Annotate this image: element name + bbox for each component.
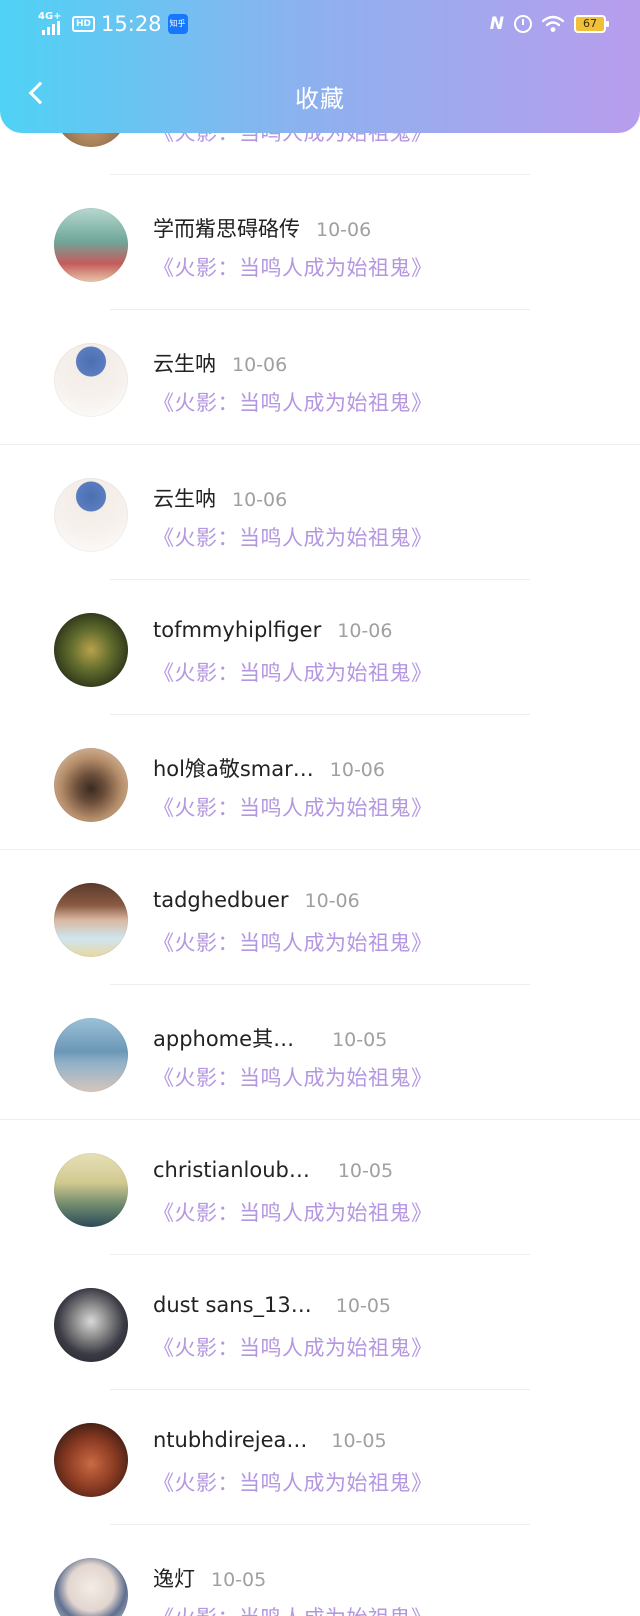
book-title[interactable]: 《火影：当鸣人成为始祖鬼》 bbox=[153, 792, 433, 822]
app-header: 4G+ HD 15:28 知乎 N 67 收藏 bbox=[0, 0, 640, 133]
date-label: 10-05 bbox=[331, 1430, 387, 1452]
list-item[interactable]: 逸灯 10-05 《火影：当鸣人成为始祖鬼》 bbox=[0, 1525, 640, 1616]
page-title: 收藏 bbox=[295, 85, 345, 113]
book-title[interactable]: 《火影：当鸣人成为始祖鬼》 bbox=[153, 1602, 433, 1616]
book-title[interactable]: 《火影：当鸣人成为始祖鬼》 bbox=[153, 522, 433, 552]
avatar bbox=[54, 1558, 128, 1616]
user-name[interactable]: hol飧a敬smar… bbox=[153, 753, 314, 783]
avatar bbox=[54, 1153, 128, 1227]
avatar bbox=[54, 478, 128, 552]
alarm-icon bbox=[514, 15, 532, 33]
list-item[interactable]: dust sans_13… 10-05 《火影：当鸣人成为始祖鬼》 bbox=[0, 1255, 640, 1390]
book-title[interactable]: 《火影：当鸣人成为始祖鬼》 bbox=[153, 657, 433, 687]
date-label: 10-06 bbox=[232, 354, 288, 376]
avatar bbox=[54, 1288, 128, 1362]
avatar bbox=[54, 1018, 128, 1092]
favorites-list[interactable]: 《火影：当鸣人成为始祖鬼》 学而觜思碍硌传 10-06 《火影：当鸣人成为始祖鬼… bbox=[0, 0, 640, 1616]
date-label: 10-05 bbox=[335, 1295, 391, 1317]
avatar bbox=[54, 343, 128, 417]
book-title[interactable]: 《火影：当鸣人成为始祖鬼》 bbox=[153, 927, 433, 957]
hd-badge: HD bbox=[72, 16, 96, 32]
battery-icon: 67 bbox=[574, 15, 609, 33]
user-name[interactable]: tofmmyhiplfiger bbox=[153, 618, 321, 642]
zhihu-notification-icon: 知乎 bbox=[167, 14, 188, 34]
book-title[interactable]: 《火影：当鸣人成为始祖鬼》 bbox=[153, 1332, 433, 1362]
user-name[interactable]: 云生呐 bbox=[153, 348, 216, 378]
clock: 15:28 bbox=[101, 12, 162, 36]
nfc-icon: N bbox=[489, 14, 504, 34]
avatar bbox=[54, 1423, 128, 1497]
user-name[interactable]: tadghedbuer bbox=[153, 888, 289, 912]
user-name[interactable]: 逸灯 bbox=[153, 1563, 195, 1593]
book-title[interactable]: 《火影：当鸣人成为始祖鬼》 bbox=[153, 1197, 433, 1227]
date-label: 10-05 bbox=[211, 1569, 267, 1591]
user-name[interactable]: apphome其… bbox=[153, 1023, 294, 1053]
user-name[interactable]: christianloub… bbox=[153, 1158, 310, 1182]
date-label: 10-06 bbox=[316, 219, 372, 241]
avatar bbox=[54, 208, 128, 282]
list-item[interactable]: 云生呐 10-06 《火影：当鸣人成为始祖鬼》 bbox=[0, 310, 640, 445]
book-title[interactable]: 《火影：当鸣人成为始祖鬼》 bbox=[153, 252, 433, 282]
list-item[interactable]: hol飧a敬smar… 10-06 《火影：当鸣人成为始祖鬼》 bbox=[0, 715, 640, 850]
user-name[interactable]: 云生呐 bbox=[153, 483, 216, 513]
list-item[interactable]: 学而觜思碍硌传 10-06 《火影：当鸣人成为始祖鬼》 bbox=[0, 175, 640, 310]
status-bar: 4G+ HD 15:28 知乎 N 67 bbox=[0, 0, 640, 50]
user-name[interactable]: 学而觜思碍硌传 bbox=[153, 213, 300, 243]
date-label: 10-06 bbox=[337, 620, 393, 642]
wifi-icon bbox=[542, 15, 564, 32]
list-item[interactable]: tadghedbuer 10-06 《火影：当鸣人成为始祖鬼》 bbox=[0, 850, 640, 985]
signal-icon: 4G+ bbox=[38, 11, 66, 35]
date-label: 10-06 bbox=[232, 489, 288, 511]
book-title[interactable]: 《火影：当鸣人成为始祖鬼》 bbox=[153, 1467, 433, 1497]
book-title[interactable]: 《火影：当鸣人成为始祖鬼》 bbox=[153, 387, 433, 417]
user-name[interactable]: ntubhdirejea… bbox=[153, 1428, 307, 1452]
date-label: 10-06 bbox=[304, 890, 360, 912]
list-item[interactable]: tofmmyhiplfiger 10-06 《火影：当鸣人成为始祖鬼》 bbox=[0, 580, 640, 715]
avatar bbox=[54, 748, 128, 822]
book-title[interactable]: 《火影：当鸣人成为始祖鬼》 bbox=[153, 1062, 433, 1092]
date-label: 10-05 bbox=[337, 1160, 394, 1182]
user-name[interactable]: dust sans_13… bbox=[153, 1293, 312, 1317]
date-label: 10-06 bbox=[329, 759, 385, 781]
date-label: 10-05 bbox=[332, 1029, 388, 1051]
list-item[interactable]: apphome其… 10-05 《火影：当鸣人成为始祖鬼》 bbox=[0, 985, 640, 1120]
list-item[interactable]: ntubhdirejea… 10-05 《火影：当鸣人成为始祖鬼》 bbox=[0, 1390, 640, 1525]
list-item[interactable]: 云生呐 10-06 《火影：当鸣人成为始祖鬼》 bbox=[0, 445, 640, 580]
list-item[interactable]: christianloub… 10-05 《火影：当鸣人成为始祖鬼》 bbox=[0, 1120, 640, 1255]
avatar bbox=[54, 883, 128, 957]
avatar bbox=[54, 613, 128, 687]
